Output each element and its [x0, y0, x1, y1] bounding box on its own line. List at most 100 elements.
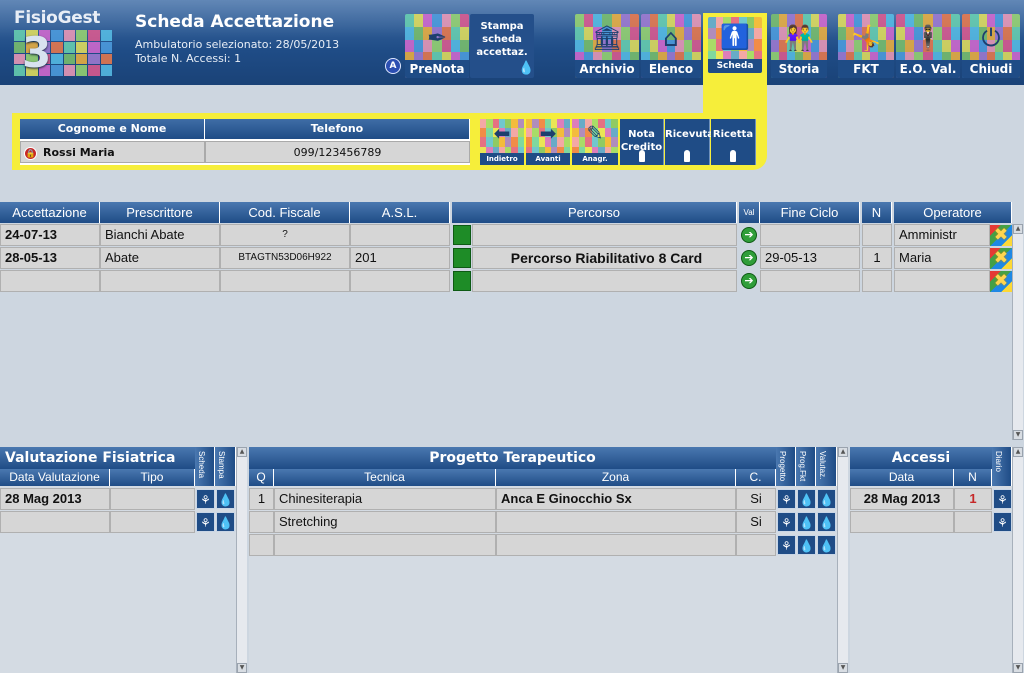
cell-n[interactable]: 1	[862, 247, 892, 269]
plant-icon[interactable]: ⚘	[196, 512, 215, 532]
cell-n-accesso[interactable]: 1	[954, 488, 992, 510]
cell-cod-fiscale[interactable]: BTAGTN53D06H922	[220, 247, 350, 269]
table-row[interactable]: 28 Mag 2013 ⚘ 💧	[0, 488, 236, 511]
scroll-up-icon[interactable]: ▲	[237, 447, 247, 457]
cell-tecnica[interactable]: Stretching	[274, 511, 496, 533]
a-icon[interactable]: A	[385, 58, 401, 74]
cell-n-accesso[interactable]	[954, 511, 992, 533]
cell-n[interactable]	[862, 270, 892, 292]
table-row[interactable]: ⚘	[850, 511, 1012, 534]
lock-icon[interactable]: 🔒	[24, 146, 37, 160]
anagr-button[interactable]: ✎ Anagr.	[572, 119, 618, 165]
progetto-scrollbar[interactable]: ▲ ▼	[837, 447, 848, 673]
drop-icon[interactable]: 💧	[817, 535, 836, 555]
cell-tipo[interactable]	[110, 511, 195, 533]
col-percorso[interactable]: Percorso	[452, 202, 737, 223]
delete-icon[interactable]: ✖	[990, 225, 1012, 246]
cell-cod-fiscale[interactable]: ?	[220, 224, 350, 246]
status-green-indicator[interactable]	[453, 271, 471, 291]
cell-accettazione[interactable]: 24-07-13	[0, 224, 100, 246]
accessi-scrollbar[interactable]: ▲ ▼	[1012, 447, 1023, 673]
col-operatore[interactable]: Operatore	[894, 202, 1012, 223]
cell-tecnica[interactable]	[274, 534, 496, 556]
col-tipo[interactable]: Tipo	[110, 469, 195, 486]
col-asl[interactable]: A.S.L.	[350, 202, 450, 223]
accettazioni-scrollbar[interactable]: ▲ ▼	[1012, 224, 1023, 440]
col-c[interactable]: C.	[736, 469, 776, 486]
cell-fine-ciclo[interactable]	[760, 224, 860, 246]
prenota-button[interactable]: ✒ PreNota	[405, 14, 469, 78]
cell-prescrittore[interactable]: Abate	[100, 247, 220, 269]
col-tecnica[interactable]: Tecnica	[274, 469, 496, 486]
cell-prescrittore[interactable]: Bianchi Abate	[100, 224, 220, 246]
col-n[interactable]: N	[862, 202, 892, 223]
plant-icon[interactable]: ⚘	[777, 512, 796, 532]
col-cod-fiscale[interactable]: Cod. Fiscale	[220, 202, 350, 223]
plant-icon[interactable]: ⚘	[993, 512, 1012, 532]
scroll-down-icon[interactable]: ▼	[1013, 430, 1023, 440]
drop-icon[interactable]: 💧	[797, 535, 816, 555]
plant-icon[interactable]: ⚘	[777, 489, 796, 509]
scheda-button[interactable]: 🚹 Scheda	[708, 17, 762, 73]
delete-icon[interactable]: ✖	[990, 271, 1012, 292]
delete-icon[interactable]: ✖	[990, 248, 1012, 269]
cell-data-accesso[interactable]: 28 Mag 2013	[850, 488, 954, 510]
cell-c[interactable]	[736, 534, 776, 556]
table-row[interactable]: ➔ ✖	[0, 270, 1012, 293]
cell-zona[interactable]: Anca E Ginocchio Sx	[496, 488, 736, 510]
storia-button[interactable]: 👫 Storia	[771, 14, 827, 78]
cell-zona[interactable]	[496, 534, 736, 556]
plant-icon[interactable]: ⚘	[777, 535, 796, 555]
cell-operatore[interactable]	[894, 270, 990, 292]
cell-c[interactable]: Si	[736, 488, 776, 510]
go-arrow-icon[interactable]: ➔	[741, 273, 757, 289]
col-data-valutazione[interactable]: Data Valutazione	[0, 469, 110, 486]
cell-tipo[interactable]	[110, 488, 195, 510]
ricevuta-button[interactable]: Ricevuta	[665, 119, 714, 165]
go-arrow-icon[interactable]: ➔	[741, 227, 757, 243]
patient-name-field[interactable]: 🔒 Rossi Maria	[20, 141, 205, 163]
cell-asl[interactable]	[350, 270, 450, 292]
stampa-scheda-button[interactable]: Stampa scheda accettaz. 💧	[470, 14, 534, 78]
col-zona[interactable]: Zona	[496, 469, 736, 486]
plant-icon[interactable]: ⚘	[196, 489, 215, 509]
cell-q[interactable]: 1	[249, 488, 274, 510]
cell-percorso[interactable]	[472, 270, 737, 292]
indietro-button[interactable]: ⬅ Indietro	[480, 119, 524, 165]
drop-icon[interactable]: 💧	[797, 512, 816, 532]
cell-percorso[interactable]	[472, 224, 737, 246]
cell-data-accesso[interactable]	[850, 511, 954, 533]
drop-icon[interactable]: 💧	[216, 489, 235, 509]
col-prescrittore[interactable]: Prescrittore	[100, 202, 220, 223]
cell-data-valutazione[interactable]	[0, 511, 110, 533]
scroll-down-icon[interactable]: ▼	[237, 663, 247, 673]
cell-q[interactable]	[249, 511, 274, 533]
scroll-down-icon[interactable]: ▼	[1013, 663, 1023, 673]
cell-tecnica[interactable]: Chinesiterapia	[274, 488, 496, 510]
cell-accettazione[interactable]	[0, 270, 100, 292]
cell-c[interactable]: Si	[736, 511, 776, 533]
cell-asl[interactable]: 201	[350, 247, 450, 269]
plant-icon[interactable]: ⚘	[993, 489, 1012, 509]
cell-data-valutazione[interactable]: 28 Mag 2013	[0, 488, 110, 510]
table-row[interactable]: ⚘ 💧 💧	[249, 534, 837, 557]
col-fine-ciclo[interactable]: Fine Ciclo	[760, 202, 860, 223]
patient-phone[interactable]: 099/123456789	[205, 141, 470, 163]
cell-zona[interactable]	[496, 511, 736, 533]
scroll-down-icon[interactable]: ▼	[838, 663, 848, 673]
col-n-accesso[interactable]: N	[954, 469, 992, 486]
table-row[interactable]: 28 Mag 2013 1 ⚘	[850, 488, 1012, 511]
cell-n[interactable]	[862, 224, 892, 246]
cell-operatore[interactable]: Maria	[894, 247, 990, 269]
cell-prescrittore[interactable]	[100, 270, 220, 292]
table-row[interactable]: 1 Chinesiterapia Anca E Ginocchio Sx Si ⚘ 💧 💧	[249, 488, 837, 511]
cell-operatore[interactable]: Amministr	[894, 224, 990, 246]
elenco-button[interactable]: ⌂ Elenco	[641, 14, 701, 78]
col-accettazione[interactable]: Accettazione	[0, 202, 100, 223]
valutazione-scrollbar[interactable]: ▲ ▼	[236, 447, 247, 673]
table-row[interactable]: ⚘ 💧	[0, 511, 236, 534]
cell-asl[interactable]	[350, 224, 450, 246]
ricetta-button[interactable]: Ricetta	[711, 119, 756, 165]
chiudi-button[interactable]: ⏻ Chiudi	[962, 14, 1020, 78]
cell-fine-ciclo[interactable]: 29-05-13	[760, 247, 860, 269]
